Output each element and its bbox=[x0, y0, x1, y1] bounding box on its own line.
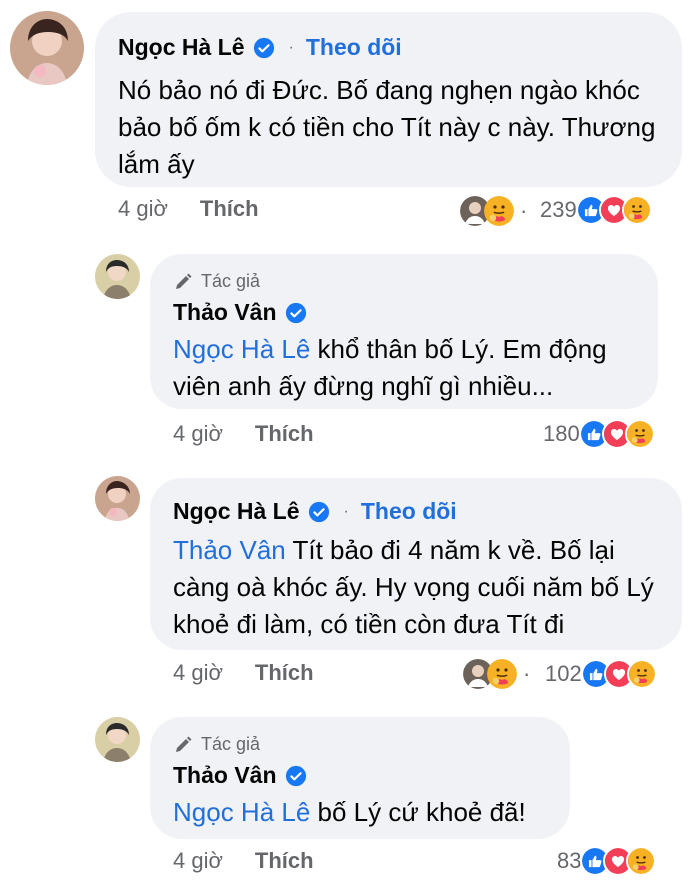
comment-body: bố Lý cứ khoẻ đã! bbox=[310, 797, 526, 827]
comment-bubble: Ngọc Hà Lê · Theo dõi Thảo Vân Tít bảo đ… bbox=[150, 478, 682, 650]
like-button[interactable]: Thích bbox=[255, 421, 314, 447]
care-mini-icon bbox=[487, 659, 517, 689]
like-button[interactable]: Thích bbox=[255, 848, 314, 874]
comment-text: Nó bảo nó đi Đức. Bố đang nghẹn ngào khó… bbox=[118, 72, 658, 183]
comment-body: Nó bảo nó đi Đức. Bố đang nghẹn ngào khó… bbox=[118, 75, 656, 179]
reaction-count: 180 bbox=[543, 421, 580, 446]
commenter-name[interactable]: Ngọc Hà Lê bbox=[173, 498, 300, 525]
reaction-summary[interactable]: 239 bbox=[540, 195, 652, 225]
avatar-photo bbox=[95, 476, 140, 521]
avatar[interactable] bbox=[10, 11, 84, 85]
follow-button[interactable]: Theo dõi bbox=[306, 34, 402, 61]
reaction-summary[interactable]: 102 bbox=[545, 659, 657, 689]
care-reaction-icon bbox=[621, 195, 652, 225]
timestamp[interactable]: 4 giờ bbox=[173, 848, 223, 874]
commenter-name[interactable]: Thảo Vân bbox=[173, 762, 277, 789]
like-button[interactable]: Thích bbox=[255, 660, 314, 686]
follow-button[interactable]: Theo dõi bbox=[361, 498, 457, 525]
verified-badge-icon bbox=[285, 302, 307, 324]
comment-text: Ngọc Hà Lê khổ thân bố Lý. Em động viên … bbox=[173, 331, 643, 405]
care-reaction-icon bbox=[626, 659, 657, 689]
reaction-count: 239 bbox=[540, 197, 577, 222]
like-button[interactable]: Thích bbox=[200, 196, 259, 222]
reaction-count: 102 bbox=[545, 661, 582, 686]
avatar[interactable] bbox=[95, 476, 140, 521]
author-badge-label: Tác giả bbox=[201, 271, 261, 291]
pen-icon bbox=[173, 735, 193, 755]
author-badge: Tác giả bbox=[173, 734, 548, 755]
mention-link[interactable]: Ngọc Hà Lê bbox=[173, 334, 310, 364]
avatar[interactable] bbox=[95, 717, 140, 762]
reaction-count: 83 bbox=[557, 848, 582, 873]
verified-badge-icon bbox=[253, 37, 275, 59]
verified-badge-icon bbox=[285, 765, 307, 787]
comment-text: Ngọc Hà Lê bố Lý cứ khoẻ đã! bbox=[173, 794, 548, 831]
pen-icon bbox=[173, 272, 193, 292]
comment-bubble: Ngọc Hà Lê · Theo dõi Nó bảo nó đi Đức. … bbox=[95, 12, 682, 187]
reaction-summary[interactable]: 180 bbox=[543, 419, 655, 449]
reaction-summary[interactable]: 83 bbox=[557, 846, 657, 876]
timestamp[interactable]: 4 giờ bbox=[173, 421, 223, 447]
comment-bubble: Tác giả Thảo Vân Ngọc Hà Lê khổ thân bố … bbox=[150, 254, 658, 409]
author-badge: Tác giả bbox=[173, 271, 636, 292]
separator-dot: · bbox=[343, 502, 349, 520]
timestamp[interactable]: 4 giờ bbox=[118, 196, 168, 222]
comment-bubble: Tác giả Thảo Vân Ngọc Hà Lê bố Lý cứ kho… bbox=[150, 717, 570, 839]
avatar[interactable] bbox=[95, 254, 140, 299]
comment-actions: 4 giờ Thích bbox=[173, 660, 314, 686]
comment-actions: 4 giờ Thích bbox=[118, 196, 259, 222]
avatar-photo bbox=[95, 717, 140, 762]
author-badge-label: Tác giả bbox=[201, 734, 261, 754]
reaction-leaders[interactable]: · bbox=[460, 196, 533, 226]
separator-dot: · bbox=[520, 198, 528, 223]
separator-dot: · bbox=[523, 661, 531, 686]
mention-link[interactable]: Thảo Vân bbox=[173, 535, 286, 565]
care-reaction-icon bbox=[624, 419, 655, 449]
care-mini-icon bbox=[484, 196, 514, 226]
care-reaction-icon bbox=[626, 846, 657, 876]
comment-actions: 4 giờ Thích bbox=[173, 421, 314, 447]
mention-link[interactable]: Ngọc Hà Lê bbox=[173, 797, 310, 827]
avatar-photo bbox=[95, 254, 140, 299]
commenter-name[interactable]: Thảo Vân bbox=[173, 299, 277, 326]
separator-dot: · bbox=[288, 38, 294, 56]
avatar-photo bbox=[10, 11, 84, 85]
verified-badge-icon bbox=[308, 501, 330, 523]
commenter-name[interactable]: Ngọc Hà Lê bbox=[118, 34, 245, 61]
timestamp[interactable]: 4 giờ bbox=[173, 660, 223, 686]
comment-actions: 4 giờ Thích bbox=[173, 848, 314, 874]
comment-text: Thảo Vân Tít bảo đi 4 năm k về. Bố lại c… bbox=[173, 532, 663, 643]
reaction-leaders[interactable]: · bbox=[463, 659, 536, 689]
